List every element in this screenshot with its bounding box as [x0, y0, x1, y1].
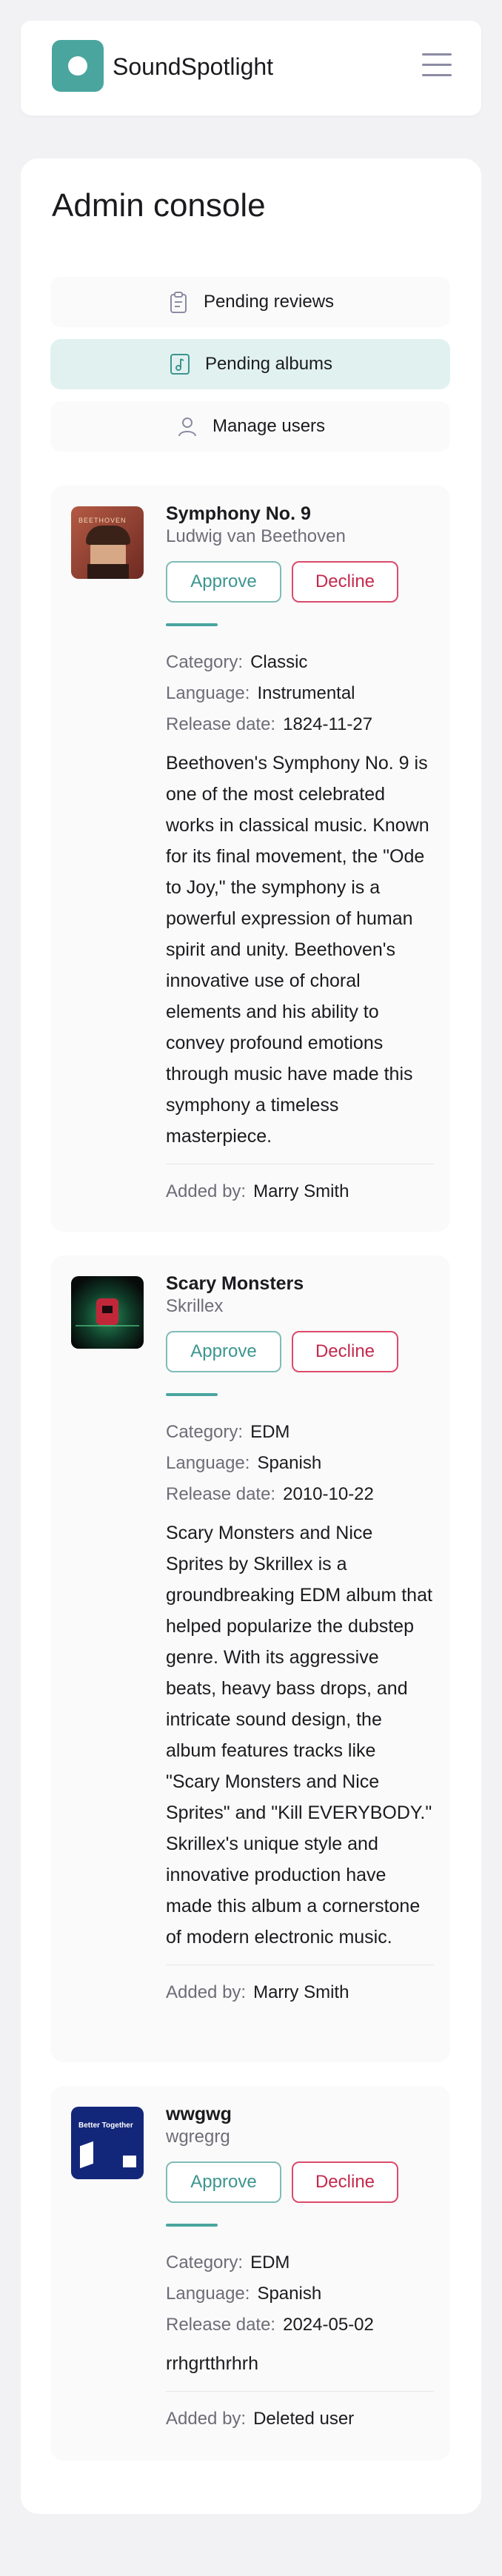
- album-artist: wgregrg: [166, 2127, 230, 2147]
- album-title: wwgwg: [166, 2104, 232, 2124]
- language-label: Language:: [166, 2284, 250, 2304]
- album-artist: Ludwig van Beethoven: [166, 526, 346, 546]
- album-card: Better Together wwgwg wgregrg Approve De…: [50, 2086, 450, 2461]
- album-actions: Approve Decline: [166, 561, 434, 603]
- added-by-label: Added by:: [166, 1982, 247, 2002]
- nav-label: Manage users: [212, 416, 326, 436]
- added-by-row: Added by: Deleted user: [166, 2404, 434, 2435]
- category-label: Category:: [166, 1422, 244, 1442]
- decline-button[interactable]: Decline: [292, 561, 398, 603]
- album-meta: Category: EDM Language: Spanish Release da…: [166, 1417, 434, 1510]
- category-value: Classic: [250, 652, 308, 672]
- album-meta: Category: Classic Language: Instrumental R…: [166, 647, 434, 740]
- album-card: BEETHOVEN Symphony No. 9 Ludwig van Beet…: [50, 486, 450, 1232]
- language-label: Language:: [166, 683, 250, 703]
- nav-label: Pending reviews: [203, 292, 335, 312]
- release-date-label: Release date:: [166, 714, 276, 734]
- album-description: Beethoven's Symphony No. 9 is one of the…: [166, 753, 429, 1147]
- added-by-value: Marry Smith: [253, 1982, 349, 2002]
- language-label: Language:: [166, 1453, 250, 1473]
- album-cover: BEETHOVEN: [71, 506, 144, 579]
- language-value: Spanish: [257, 2284, 322, 2304]
- release-date-value: 1824-11-27: [283, 714, 373, 734]
- album-actions: Approve Decline: [166, 2161, 434, 2203]
- release-date-value: 2010-10-22: [283, 1484, 374, 1504]
- album-cover: Better Together: [71, 2107, 144, 2179]
- nav-pending-reviews[interactable]: Pending reviews: [50, 277, 450, 327]
- album-actions: Approve Decline: [166, 1331, 434, 1372]
- added-by-row: Added by: Marry Smith: [166, 1176, 434, 1207]
- album-title: Symphony No. 9: [166, 503, 311, 524]
- release-date-label: Release date:: [166, 2315, 276, 2335]
- release-date-label: Release date:: [166, 1484, 276, 1504]
- logo-icon[interactable]: [52, 40, 104, 92]
- decline-button[interactable]: Decline: [292, 2161, 398, 2203]
- release-date-value: 2024-05-02: [283, 2315, 374, 2335]
- cover-text: BEETHOVEN: [78, 517, 127, 524]
- category-label: Category:: [166, 2253, 244, 2273]
- language-value: Spanish: [257, 1453, 322, 1473]
- album-card: Scary Monsters Skrillex Approve Decline …: [50, 1255, 450, 2062]
- approve-button[interactable]: Approve: [166, 1331, 281, 1372]
- tab-indicator: [166, 1393, 218, 1396]
- approve-button[interactable]: Approve: [166, 561, 281, 603]
- hamburger-menu-icon[interactable]: [421, 50, 453, 80]
- tab-indicator: [166, 623, 218, 626]
- approve-button[interactable]: Approve: [166, 2161, 281, 2203]
- divider: [166, 2391, 434, 2392]
- admin-console-panel: Admin console Pending reviews Pending al…: [21, 158, 481, 2514]
- decline-button[interactable]: Decline: [292, 1331, 398, 1372]
- category-label: Category:: [166, 652, 244, 672]
- album-info: Symphony No. 9 Ludwig van Beethoven Appr…: [166, 502, 434, 1207]
- added-by-value: Deleted user: [253, 2409, 355, 2429]
- nav-pending-albums[interactable]: Pending albums: [50, 339, 450, 389]
- top-header: SoundSpotlight: [21, 21, 481, 115]
- user-icon: [178, 417, 196, 437]
- category-value: EDM: [250, 2253, 290, 2273]
- added-by-label: Added by:: [166, 1181, 247, 1201]
- album-info: Scary Monsters Skrillex Approve Decline …: [166, 1272, 434, 2008]
- music-note-icon: [170, 354, 190, 375]
- album-meta: Category: EDM Language: Spanish Release da…: [166, 2247, 434, 2341]
- cover-text: Better Together: [78, 2121, 133, 2130]
- language-value: Instrumental: [257, 683, 355, 703]
- nav-label: Pending albums: [204, 354, 333, 374]
- album-cover: [71, 1276, 144, 1349]
- added-by-label: Added by:: [166, 2409, 247, 2429]
- album-artist: Skrillex: [166, 1296, 224, 1316]
- page-title: Admin console: [52, 187, 266, 224]
- brand-name[interactable]: SoundSpotlight: [113, 53, 273, 80]
- added-by-row: Added by: Marry Smith: [166, 1977, 434, 2008]
- tab-indicator: [166, 2224, 218, 2227]
- admin-nav: Pending reviews Pending albums Manage us…: [50, 277, 450, 463]
- clipboard-icon: [170, 292, 187, 313]
- album-title: Scary Monsters: [166, 1273, 304, 1294]
- nav-manage-users[interactable]: Manage users: [50, 401, 450, 452]
- category-value: EDM: [250, 1422, 290, 1442]
- album-description: Scary Monsters and Nice Sprites by Skril…: [166, 1523, 432, 1948]
- added-by-value: Marry Smith: [253, 1181, 349, 1201]
- album-description: rrhgrtthrhrh: [166, 2353, 259, 2374]
- album-info: wwgwg wgregrg Approve Decline Category: E…: [166, 2102, 434, 2435]
